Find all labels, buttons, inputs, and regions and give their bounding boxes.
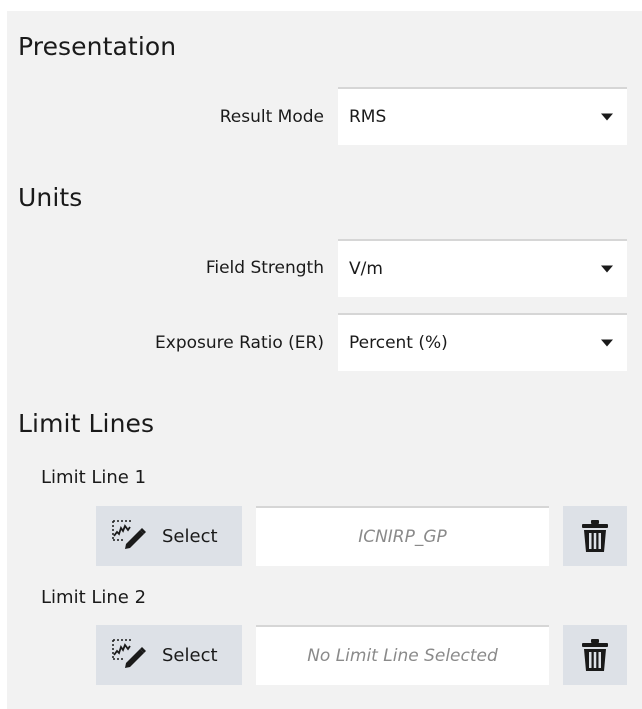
limit-line-1-value: ICNIRP_GP — [256, 506, 549, 566]
limit-lines-heading: Limit Lines — [18, 409, 155, 438]
select-limit-line-icon — [112, 639, 146, 668]
chevron-down-icon — [601, 113, 613, 121]
select-limit-line-icon — [112, 520, 146, 549]
trash-icon — [582, 520, 608, 552]
limit-line-1-select-button[interactable]: Select — [96, 506, 242, 566]
limit-line-2-select-label: Select — [162, 644, 218, 666]
trash-icon — [582, 639, 608, 671]
exposure-ratio-dropdown[interactable]: Percent (%) — [338, 313, 627, 371]
result-mode-dropdown[interactable]: RMS — [338, 87, 627, 145]
presentation-heading: Presentation — [18, 32, 177, 61]
exposure-ratio-value: Percent (%) — [349, 333, 448, 353]
exposure-ratio-label: Exposure Ratio (ER) — [155, 333, 324, 353]
settings-panel: Presentation Result Mode RMS Units Field… — [7, 11, 642, 709]
field-strength-label: Field Strength — [205, 258, 324, 278]
result-mode-value: RMS — [349, 107, 387, 127]
result-mode-label: Result Mode — [219, 107, 324, 127]
limit-line-2-delete-button[interactable] — [563, 625, 627, 685]
limit-line-1-delete-button[interactable] — [563, 506, 627, 566]
chevron-down-icon — [601, 265, 613, 273]
limit-line-1-select-label: Select — [162, 525, 218, 547]
limit-line-2-value: No Limit Line Selected — [256, 625, 549, 685]
limit-line-1-label: Limit Line 1 — [41, 467, 147, 488]
field-strength-dropdown[interactable]: V/m — [338, 239, 627, 297]
field-strength-value: V/m — [349, 259, 383, 279]
chevron-down-icon — [601, 339, 613, 347]
units-heading: Units — [18, 183, 83, 212]
limit-line-2-label: Limit Line 2 — [41, 587, 147, 608]
limit-line-2-select-button[interactable]: Select — [96, 625, 242, 685]
